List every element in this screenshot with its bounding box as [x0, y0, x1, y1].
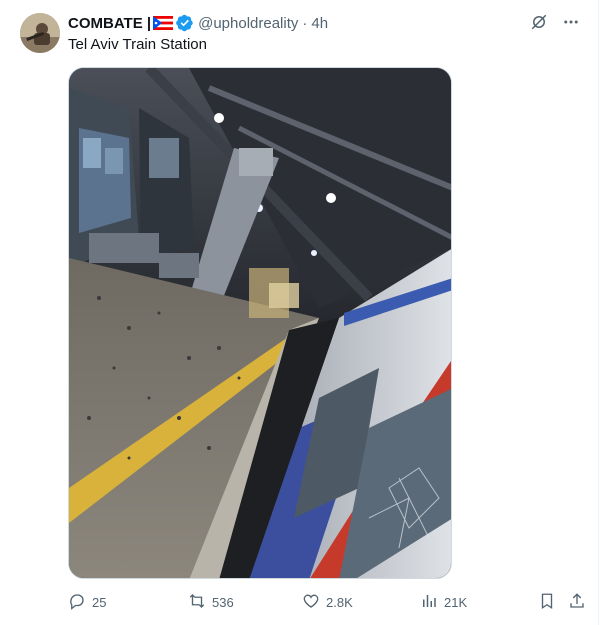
- avatar-image: [20, 13, 60, 53]
- reply-button[interactable]: 25: [68, 590, 106, 614]
- author-handle[interactable]: @upholdreality: [198, 15, 298, 32]
- share-icon: [568, 592, 592, 613]
- repost-button[interactable]: 536: [188, 590, 234, 614]
- bookmark-icon: [538, 592, 562, 613]
- tweet-text: Tel Aviv Train Station: [68, 36, 207, 53]
- tweet-card[interactable]: COMBATE | @upholdreality · 4h Tel Aviv T…: [0, 0, 599, 625]
- share-button[interactable]: [568, 590, 592, 614]
- verified-badge-icon[interactable]: [176, 14, 194, 32]
- views-icon: [420, 592, 444, 613]
- like-icon: [302, 592, 326, 613]
- avatar[interactable]: [20, 13, 60, 53]
- train-station-photo: [69, 68, 451, 578]
- reply-count: 25: [92, 594, 107, 610]
- bookmark-button[interactable]: [538, 590, 562, 614]
- tweet-header: COMBATE | @upholdreality · 4h: [68, 12, 328, 34]
- separator-dot: ·: [302, 14, 308, 32]
- puerto-rico-flag-icon: [153, 16, 174, 30]
- repost-icon: [188, 592, 212, 613]
- grok-icon[interactable]: [530, 13, 548, 31]
- header-actions: [530, 13, 580, 31]
- views-button[interactable]: 21K: [420, 590, 467, 614]
- action-bar: 25 536 2.8K 21K: [68, 590, 588, 614]
- like-button[interactable]: 2.8K: [302, 590, 353, 614]
- reply-icon: [68, 592, 92, 613]
- timestamp[interactable]: 4h: [311, 15, 328, 32]
- tweet-photo[interactable]: [68, 67, 452, 579]
- more-icon[interactable]: [562, 13, 580, 31]
- like-count: 2.8K: [326, 594, 353, 610]
- repost-count: 536: [212, 594, 234, 610]
- views-count: 21K: [444, 594, 468, 610]
- author-name[interactable]: COMBATE |: [68, 15, 151, 32]
